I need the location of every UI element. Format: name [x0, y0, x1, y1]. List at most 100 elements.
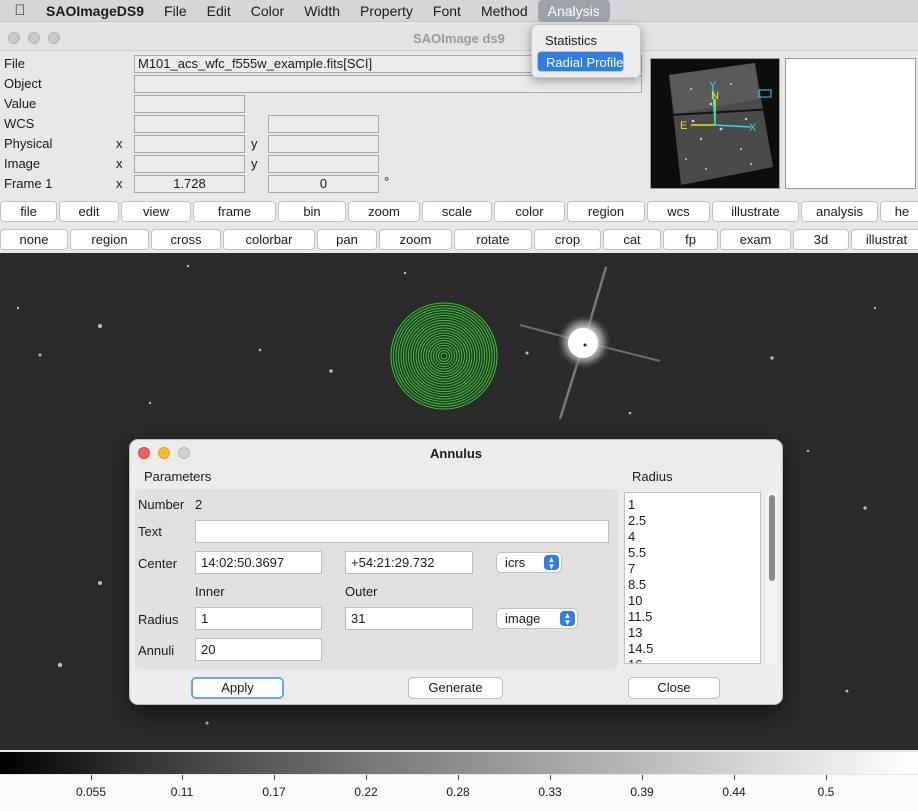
text-input[interactable]: [195, 520, 609, 543]
app-menu[interactable]: SAOImageDS9: [40, 0, 154, 22]
btn-file[interactable]: file: [0, 201, 57, 222]
list-item[interactable]: 14.5: [625, 641, 760, 657]
menu-method[interactable]: Method: [471, 0, 538, 22]
parameters-label: Parameters: [144, 469, 212, 484]
list-item[interactable]: 11.5: [625, 609, 760, 625]
list-item[interactable]: 8.5: [625, 577, 760, 593]
close-button[interactable]: Close: [628, 677, 720, 699]
frame-x-label: x: [116, 176, 123, 191]
btn-wcs[interactable]: wcs: [647, 201, 710, 222]
radius-list-header: Radius: [632, 469, 673, 484]
colorbar-tick: [182, 775, 183, 780]
radius-inner-input[interactable]: 1: [195, 607, 322, 630]
radius-system-select[interactable]: image ▲ ▼: [496, 608, 578, 629]
text-label: Text: [138, 524, 162, 539]
generate-button[interactable]: Generate: [408, 677, 503, 699]
colorbar-label: 0.11: [170, 785, 194, 799]
menu-item-radial-profile[interactable]: Radial Profile: [537, 51, 625, 72]
analysis-dropdown: Statistics Radial Profile: [531, 24, 641, 78]
list-item[interactable]: 7: [625, 561, 760, 577]
colorbar-tick: [734, 775, 735, 780]
menu-color[interactable]: Color: [241, 0, 294, 22]
colorbar[interactable]: [0, 752, 918, 774]
annulus-dialog: Annulus Parameters Radius Number 2 Text …: [129, 439, 783, 705]
annuli-label: Annuli: [138, 643, 175, 658]
annuli-input[interactable]: 20: [195, 638, 322, 661]
image-x-label: x: [116, 156, 123, 171]
btn-sub-illustrate[interactable]: illustrat: [851, 229, 918, 250]
btn-view[interactable]: view: [121, 201, 191, 222]
center-system-value: icrs: [505, 555, 526, 570]
physical-y-field: [268, 135, 379, 153]
btn-help[interactable]: he: [880, 201, 918, 222]
list-item[interactable]: 10: [625, 593, 760, 609]
btn-scale[interactable]: scale: [422, 201, 492, 222]
dialog-title: Annulus: [430, 446, 482, 461]
menu-width[interactable]: Width: [294, 0, 350, 22]
window-title: SAOImage ds9: [413, 31, 505, 46]
btn-3d[interactable]: 3d: [793, 229, 849, 250]
image-label: Image: [4, 156, 41, 171]
apple-icon[interactable]: : [0, 0, 40, 22]
menu-item-statistics[interactable]: Statistics: [537, 30, 635, 51]
list-item[interactable]: 2.5: [625, 513, 760, 529]
list-item[interactable]: 4: [625, 529, 760, 545]
wcs-label: WCS: [4, 116, 35, 131]
btn-fp[interactable]: fp: [663, 229, 718, 250]
btn-crop[interactable]: crop: [534, 229, 601, 250]
menu-font[interactable]: Font: [423, 0, 471, 22]
center-ra-input[interactable]: 14:02:50.3697: [195, 551, 322, 574]
value-label: Value: [4, 96, 37, 111]
btn-cross[interactable]: cross: [151, 229, 221, 250]
center-system-select[interactable]: icrs ▲ ▼: [496, 552, 562, 573]
info-panel: File M101_acs_wfc_f555w_example.fits[SCI…: [0, 52, 918, 198]
menu-edit[interactable]: Edit: [197, 0, 241, 22]
colorbar-label: 0.5: [817, 785, 835, 799]
apply-button[interactable]: Apply: [191, 677, 284, 699]
list-item[interactable]: 1: [625, 497, 760, 513]
btn-frame[interactable]: frame: [193, 201, 276, 222]
colorbar-label: 0.44: [722, 785, 746, 799]
image-y-field: [268, 155, 379, 173]
btn-pan[interactable]: pan: [317, 229, 377, 250]
image-y-label: y: [251, 156, 258, 171]
menu-file[interactable]: File: [154, 0, 197, 22]
btn-sub-region[interactable]: region: [70, 229, 149, 250]
select-arrows-icon: ▲ ▼: [560, 611, 575, 627]
btn-analysis[interactable]: analysis: [801, 201, 878, 222]
center-dec-input[interactable]: +54:21:29.732: [345, 551, 473, 574]
btn-bin[interactable]: bin: [278, 201, 346, 222]
frame-zoom-field: 1.728: [134, 175, 245, 193]
list-item[interactable]: 13: [625, 625, 760, 641]
btn-zoom[interactable]: zoom: [348, 201, 420, 222]
colorbar-tick: [274, 775, 275, 780]
btn-exam[interactable]: exam: [720, 229, 791, 250]
center-label: Center: [138, 556, 178, 571]
colorbar-tick: [642, 775, 643, 780]
button-bar-sub: none region cross colorbar pan zoom rota…: [0, 228, 918, 252]
btn-sub-zoom[interactable]: zoom: [379, 229, 452, 250]
btn-cat[interactable]: cat: [603, 229, 661, 250]
btn-rotate[interactable]: rotate: [454, 229, 532, 250]
btn-edit[interactable]: edit: [59, 201, 119, 222]
degree-symbol: °: [384, 174, 390, 189]
radius-list[interactable]: 1 2.5 4 5.5 7 8.5 10 11.5 13 14.5 16: [624, 492, 761, 664]
radius-outer-input[interactable]: 31: [345, 607, 473, 630]
colorbar-tick: [826, 775, 827, 780]
btn-colorbar[interactable]: colorbar: [223, 229, 315, 250]
btn-color[interactable]: color: [494, 201, 565, 222]
menu-property[interactable]: Property: [350, 0, 423, 22]
btn-region[interactable]: region: [567, 201, 645, 222]
magnifier: [785, 58, 916, 189]
scrollbar-thumb[interactable]: [769, 495, 775, 581]
btn-none[interactable]: none: [0, 229, 68, 250]
list-item[interactable]: 5.5: [625, 545, 760, 561]
list-item[interactable]: 16: [625, 657, 760, 663]
colorbar-tick: [458, 775, 459, 780]
menu-analysis[interactable]: Analysis: [537, 0, 610, 22]
object-label: Object: [4, 76, 42, 91]
btn-illustrate[interactable]: illustrate: [712, 201, 799, 222]
colorbar-label: 0.17: [262, 785, 286, 799]
panner[interactable]: N E X Y: [650, 58, 780, 189]
radius-list-scrollbar[interactable]: [766, 492, 778, 664]
